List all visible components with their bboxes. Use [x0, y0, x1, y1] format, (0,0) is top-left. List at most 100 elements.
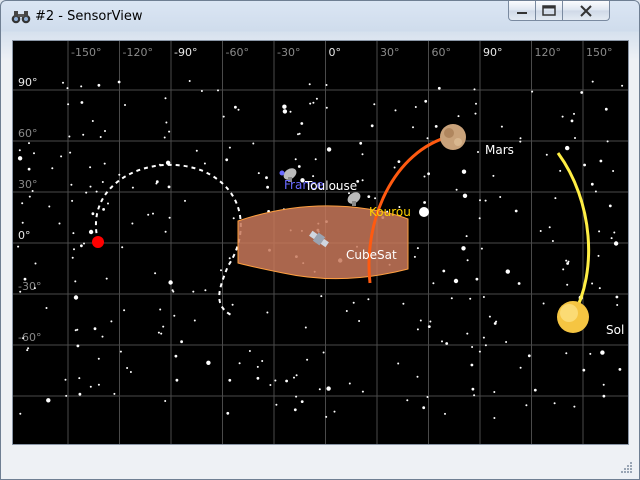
latitude-label: 30°	[18, 178, 38, 191]
title-bar[interactable]: #2 - SensorView	[1, 1, 639, 33]
star	[582, 368, 586, 372]
star	[117, 80, 121, 84]
star	[434, 125, 438, 128]
star	[612, 170, 615, 172]
star	[465, 235, 468, 238]
star	[97, 383, 100, 386]
star	[228, 257, 231, 260]
star	[99, 136, 102, 138]
star	[345, 310, 348, 312]
star	[312, 175, 315, 178]
close-button[interactable]	[562, 1, 610, 21]
star	[484, 199, 487, 202]
star	[580, 91, 584, 94]
star	[188, 80, 191, 82]
star	[475, 102, 477, 105]
star	[419, 319, 422, 322]
star	[416, 247, 419, 250]
star	[237, 108, 240, 111]
star	[17, 156, 23, 161]
star	[493, 417, 496, 419]
star	[285, 379, 288, 383]
star	[314, 158, 317, 161]
star	[18, 149, 21, 152]
star	[88, 229, 94, 235]
star	[34, 262, 37, 265]
star	[533, 388, 537, 392]
star	[203, 162, 206, 165]
star	[505, 341, 508, 343]
star	[89, 385, 92, 388]
longitude-label: 150°	[586, 46, 613, 59]
star	[615, 295, 619, 299]
star	[293, 408, 297, 412]
star	[165, 121, 168, 124]
star	[613, 231, 616, 234]
star	[573, 112, 575, 115]
star	[62, 81, 64, 84]
sky-map[interactable]: -150° -120° -90° -60° -30° 0° 30° 60° 90° 120° 150…	[13, 41, 628, 444]
star	[600, 350, 605, 355]
star	[539, 230, 542, 232]
star	[457, 115, 460, 118]
star	[21, 202, 24, 205]
longitude-label: -120°	[123, 46, 153, 59]
star	[322, 351, 325, 354]
latitude-label: -30°	[18, 280, 41, 293]
longitude-label: -60°	[226, 46, 249, 59]
star	[318, 388, 321, 391]
star	[85, 191, 88, 194]
star	[164, 97, 167, 100]
star	[473, 88, 476, 91]
star	[154, 272, 157, 275]
star	[416, 328, 419, 331]
bright-star[interactable]	[419, 207, 429, 217]
star	[83, 242, 85, 245]
star	[453, 278, 459, 284]
star	[470, 363, 474, 367]
star	[295, 395, 298, 398]
star	[309, 102, 312, 105]
star	[397, 160, 401, 163]
maximize-button[interactable]	[535, 1, 563, 21]
star	[175, 378, 179, 382]
latitude-label: -60°	[18, 331, 41, 344]
star	[238, 362, 241, 365]
star	[461, 169, 467, 174]
star	[432, 282, 435, 285]
star	[168, 216, 171, 219]
star	[471, 387, 475, 391]
star	[499, 196, 502, 198]
star	[164, 230, 167, 233]
mars-planet[interactable]	[440, 124, 466, 150]
resize-grip-icon[interactable]	[621, 461, 633, 473]
mars-label: Mars	[485, 143, 514, 157]
maximize-icon	[542, 5, 556, 16]
star	[266, 311, 269, 314]
star	[462, 193, 468, 198]
sun-body[interactable]	[557, 301, 589, 333]
star	[519, 366, 522, 369]
star	[58, 222, 61, 225]
star	[406, 399, 409, 402]
sky-map-view[interactable]: -150° -120° -90° -60° -30° 0° 30° 60° 90° 120° 150…	[12, 40, 629, 445]
star	[424, 99, 428, 103]
star	[80, 244, 83, 248]
star	[554, 197, 557, 200]
star	[45, 307, 48, 309]
red-marker[interactable]	[92, 236, 104, 248]
star	[231, 303, 234, 306]
star	[514, 209, 518, 213]
star	[118, 173, 121, 176]
star	[374, 197, 377, 200]
star	[174, 354, 178, 358]
binoculars-icon	[11, 11, 31, 24]
minimize-button[interactable]	[508, 1, 536, 21]
france-marker[interactable]	[279, 170, 285, 176]
star	[482, 296, 485, 298]
star	[367, 195, 371, 199]
star	[416, 375, 419, 378]
star	[358, 320, 361, 322]
star	[228, 378, 232, 382]
star	[19, 290, 22, 293]
